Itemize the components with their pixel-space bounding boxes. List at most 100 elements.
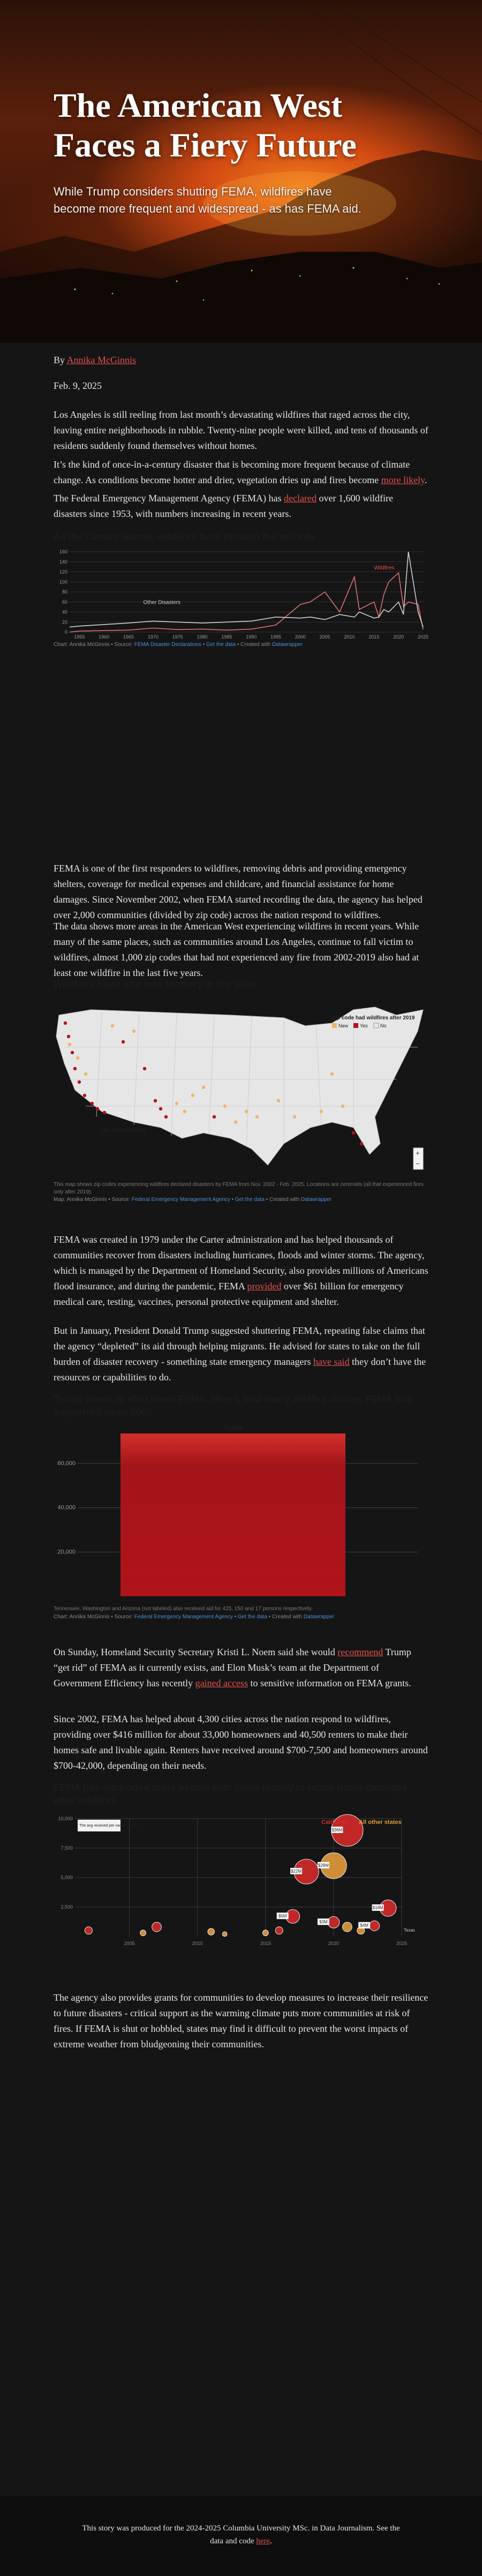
bubble-label: $18M bbox=[373, 1905, 383, 1910]
chart-title: As the climate warms, wildfires burn thr… bbox=[54, 531, 315, 542]
declared-link[interactable]: declared bbox=[284, 493, 317, 504]
wildfire-map: Los Angeles fires Zip code had wildfires… bbox=[54, 994, 428, 1178]
get-data-link[interactable]: Get the data bbox=[235, 1197, 265, 1203]
chart-title: FEMA has supported more people with cris… bbox=[54, 1782, 408, 1806]
y-tick-label: 0 bbox=[65, 629, 67, 635]
get-data-link[interactable]: Get the data bbox=[238, 1614, 267, 1620]
zip-code-dot bbox=[292, 1115, 297, 1119]
paragraph-text: On Sunday, Homeland Security Secretary K… bbox=[54, 1647, 338, 1657]
chart-note: Tennessee, Washington and Arizona (not l… bbox=[54, 1606, 313, 1612]
x-tick-label: 1995 bbox=[270, 634, 281, 640]
byline: By Annika McGinnis bbox=[54, 355, 136, 366]
bubble-label: $5M bbox=[278, 1914, 287, 1919]
x-tick-label: 2015 bbox=[260, 1941, 271, 1946]
datawrapper-link[interactable]: Datawrapper bbox=[272, 642, 303, 648]
zip-code-dot bbox=[164, 1115, 168, 1119]
footer-here-link[interactable]: here bbox=[256, 2537, 270, 2545]
zip-code-dot bbox=[234, 1120, 238, 1124]
credit-text: Chart: Annika McGinnis • Source: bbox=[54, 642, 134, 648]
credit-text: Map: Annika McGinnis • Source: bbox=[54, 1197, 132, 1203]
y-tick-label: 60 bbox=[62, 599, 67, 605]
paragraph: Since 2002, FEMA has helped about 4,300 … bbox=[54, 1714, 428, 1771]
x-tick-label: 2025 bbox=[396, 1941, 407, 1946]
article-dek: While Trump considers shutting FEMA, wil… bbox=[54, 185, 362, 215]
bubble-label: $22M bbox=[291, 1869, 302, 1874]
paragraph-text: It’s the kind of once-in-a-century disas… bbox=[54, 459, 410, 485]
byline-prefix: By bbox=[54, 355, 67, 365]
zip-code-dot bbox=[359, 1141, 364, 1146]
chart-title: Wildfires blaze into new territory in th… bbox=[54, 979, 257, 989]
bubble-california bbox=[152, 1922, 162, 1932]
bubble-california bbox=[369, 1920, 380, 1932]
x-tick-label: 2010 bbox=[192, 1941, 203, 1946]
datawrapper-link[interactable]: Datawrapper bbox=[301, 1197, 332, 1203]
bubble-label: $36M bbox=[332, 1828, 342, 1833]
zip-code-dot bbox=[341, 1104, 345, 1108]
scale-box-label: The avg received per owner (scale) bbox=[79, 1824, 138, 1828]
zip-code-dot bbox=[351, 1131, 356, 1135]
zoom-in-button[interactable]: + bbox=[416, 1149, 420, 1157]
bubble-other-states bbox=[207, 1928, 215, 1935]
zip-code-dot bbox=[191, 1093, 195, 1098]
author-link[interactable]: Annika McGinnis bbox=[67, 355, 137, 365]
map-note: This map shows zip codes experiencing wi… bbox=[54, 1182, 424, 1195]
hero: The American West Faces a Fiery Future W… bbox=[0, 0, 482, 343]
zip-code-dot bbox=[212, 1115, 216, 1119]
provided-link[interactable]: provided bbox=[247, 1281, 281, 1291]
y-tick-label: 10,000 bbox=[58, 1816, 73, 1821]
paragraph: The Federal Emergency Management Agency … bbox=[54, 491, 428, 522]
zip-code-dot bbox=[153, 1099, 157, 1103]
footer-text-part: . bbox=[270, 2537, 272, 2545]
zip-code-dot bbox=[223, 1104, 227, 1108]
zip-code-dot bbox=[142, 1067, 147, 1071]
x-tick-label: 1955 bbox=[74, 634, 85, 640]
y-tick-label: 20,000 bbox=[57, 1549, 76, 1555]
x-tick-label: 2020 bbox=[328, 1941, 339, 1946]
paragraph: But in January, President Donald Trump s… bbox=[54, 1323, 428, 1385]
city-label: Los Angeles fires bbox=[101, 1127, 146, 1133]
gained-access-link[interactable]: gained access bbox=[195, 1678, 248, 1688]
legend-swatch-new bbox=[332, 1023, 337, 1028]
x-tick-label: 2020 bbox=[393, 634, 404, 640]
zip-code-dot bbox=[201, 1085, 206, 1090]
footer-text-part: This story was produced for the 2024-202… bbox=[82, 2524, 400, 2545]
zip-code-dot bbox=[67, 1042, 72, 1047]
legend-title: Zip code had wildfires after 2019 bbox=[332, 1015, 415, 1021]
credit-text: Chart: Annika McGinnis • Source: bbox=[54, 1614, 134, 1620]
zip-code-dot bbox=[319, 1109, 323, 1114]
have-said-link[interactable]: have said bbox=[313, 1356, 349, 1367]
paragraph-text: The Federal Emergency Management Agency … bbox=[54, 493, 284, 504]
bubble-label: $28M bbox=[318, 1863, 329, 1868]
credit-text: Created with bbox=[272, 1614, 304, 1620]
source-link[interactable]: Federal Emergency Management Agency bbox=[134, 1614, 233, 1620]
bubble-california bbox=[275, 1926, 283, 1935]
recommend-link[interactable]: recommend bbox=[337, 1647, 383, 1657]
source-link[interactable]: FEMA Disaster Declarations bbox=[134, 642, 201, 648]
footer-text: This story was produced for the 2024-202… bbox=[80, 2522, 402, 2548]
series-line-other-disasters bbox=[69, 551, 424, 628]
zip-code-dot bbox=[95, 1107, 100, 1111]
x-tick-label: 2015 bbox=[368, 634, 379, 640]
x-tick-label: 2005 bbox=[320, 634, 330, 640]
paragraph: Los Angeles is still reeling from last m… bbox=[54, 409, 428, 451]
paragraph: The data shows more areas in the America… bbox=[54, 921, 419, 978]
get-data-link[interactable]: Get the data bbox=[206, 642, 236, 648]
x-tick-label: 1990 bbox=[246, 634, 257, 640]
chart-title: Trump wants to shut down FEMA. Here’s ho… bbox=[54, 1394, 411, 1417]
series-label-wildfires: Wildfires bbox=[374, 565, 394, 571]
zoom-out-button[interactable]: − bbox=[416, 1160, 420, 1168]
x-tick-label: 1980 bbox=[197, 634, 207, 640]
zip-code-dot bbox=[244, 1109, 248, 1114]
legend-label-new: New bbox=[338, 1023, 349, 1028]
y-tick-label: 80 bbox=[62, 589, 67, 595]
more-likely-link[interactable]: more likely bbox=[381, 475, 425, 485]
source-link[interactable]: Federal Emergency Management Agency bbox=[132, 1197, 230, 1203]
paragraph-text: to sensitive information on FEMA grants. bbox=[248, 1678, 411, 1688]
y-tick-label: 60,000 bbox=[57, 1460, 76, 1467]
chart-credit: Chart: Annika McGinnis • Source: Federal… bbox=[54, 1614, 335, 1620]
datawrapper-link[interactable]: Datawrapper bbox=[304, 1614, 334, 1620]
zip-code-dot bbox=[255, 1115, 259, 1119]
zip-code-dot bbox=[159, 1107, 163, 1111]
y-tick-label: 40 bbox=[62, 610, 67, 615]
paragraph: FEMA was created in 1979 under the Carte… bbox=[54, 1232, 428, 1310]
